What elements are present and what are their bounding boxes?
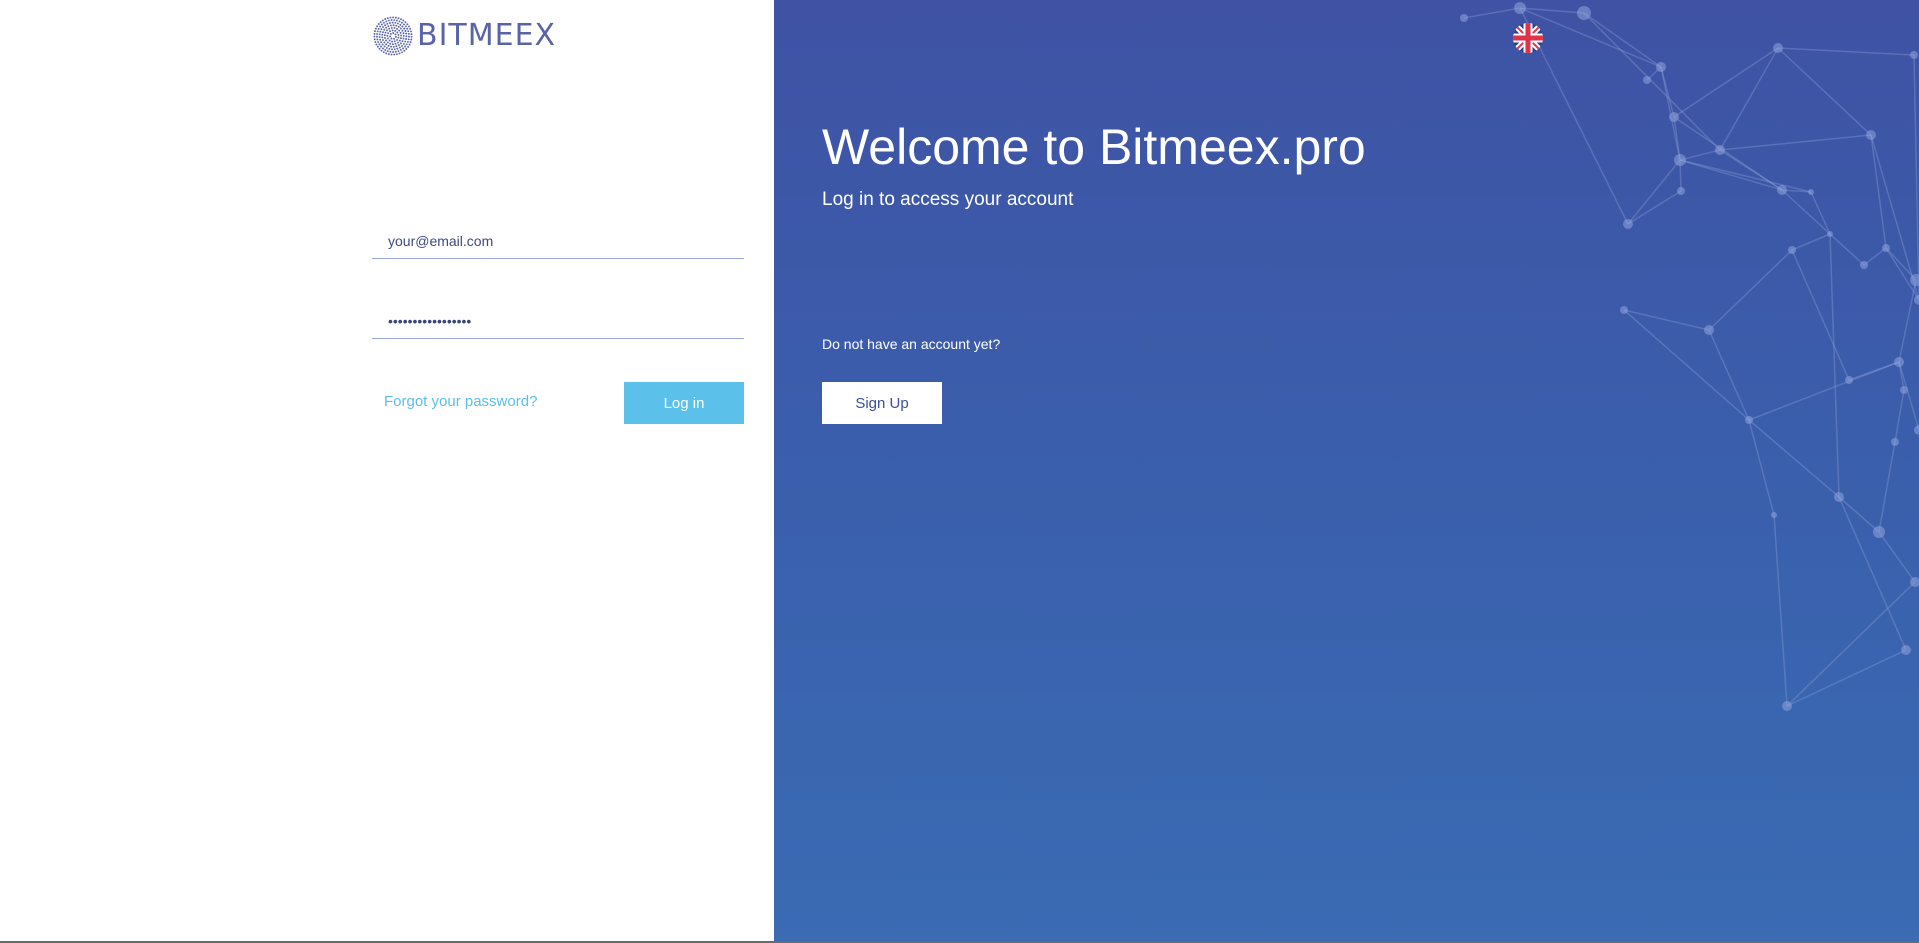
network-node <box>1677 187 1685 195</box>
network-node <box>1894 357 1904 367</box>
network-line <box>1829 233 1865 266</box>
network-node <box>1834 492 1844 502</box>
network-line <box>1708 329 1750 421</box>
network-line <box>1627 190 1682 225</box>
network-node <box>1777 185 1787 195</box>
network-line <box>1791 233 1831 251</box>
network-node <box>1860 261 1868 269</box>
network-line <box>1777 47 1872 136</box>
login-panel: BITMEEX Forgot your password? Log in <box>0 0 774 943</box>
password-field[interactable] <box>372 303 744 339</box>
network-node <box>1771 512 1777 518</box>
network-node <box>1914 425 1919 435</box>
network-line <box>1791 249 1850 381</box>
network-line <box>1838 496 1880 533</box>
network-line <box>1583 12 1721 151</box>
network-node <box>1782 701 1792 711</box>
network-node <box>1460 14 1468 22</box>
network-node <box>1669 112 1679 122</box>
network-line <box>1848 361 1900 381</box>
network-node <box>1656 62 1666 72</box>
network-node <box>1623 219 1633 229</box>
globe-dots-icon <box>373 16 413 56</box>
network-line <box>1777 47 1915 56</box>
network-node <box>1900 386 1908 394</box>
network-line <box>1810 191 1831 235</box>
network-line <box>1863 247 1887 266</box>
network-line <box>1673 116 1783 191</box>
network-line <box>1748 419 1775 516</box>
email-field[interactable] <box>372 223 744 259</box>
network-node <box>1773 43 1783 53</box>
network-line <box>1870 134 1919 301</box>
network-node <box>1704 325 1714 335</box>
network-node <box>1910 51 1918 59</box>
network-node <box>1715 145 1725 155</box>
no-account-text: Do not have an account yet? <box>822 336 1001 352</box>
network-line <box>1894 389 1905 443</box>
network-line <box>1673 47 1779 118</box>
login-button[interactable]: Log in <box>624 382 744 424</box>
network-line <box>1878 441 1896 533</box>
login-page: BITMEEX Forgot your password? Log in Wel… <box>0 0 1919 943</box>
network-node <box>1674 154 1686 166</box>
network-line <box>1463 7 1521 19</box>
network-node <box>1827 231 1833 237</box>
network-node <box>1914 295 1919 305</box>
network-line <box>1838 496 1907 651</box>
network-line <box>1679 149 1721 161</box>
network-line <box>1786 581 1916 707</box>
network-line <box>1786 649 1907 707</box>
network-node <box>1643 76 1651 84</box>
network-node <box>1620 306 1628 314</box>
network-line <box>1829 233 1840 498</box>
network-line <box>1623 309 1750 421</box>
uk-flag-icon[interactable] <box>1513 23 1543 53</box>
network-line <box>1719 134 1872 151</box>
logo-text: BITMEEX <box>417 18 557 53</box>
welcome-title: Welcome to Bitmeex.pro <box>822 119 1366 175</box>
network-node <box>1873 526 1885 538</box>
network-node <box>1788 246 1796 254</box>
network-line <box>1781 189 1831 235</box>
network-line <box>1773 514 1788 707</box>
signup-button[interactable]: Sign Up <box>822 382 942 424</box>
network-line <box>1913 54 1919 301</box>
welcome-subtitle: Log in to access your account <box>822 189 1074 210</box>
network-node <box>1577 6 1591 20</box>
forgot-password-link[interactable]: Forgot your password? <box>384 393 537 410</box>
network-line <box>1898 361 1919 431</box>
network-node <box>1514 2 1526 14</box>
network-line <box>1878 531 1916 583</box>
welcome-panel: Welcome to Bitmeex.pro Log in to access … <box>774 0 1919 943</box>
network-node <box>1891 438 1899 446</box>
network-line <box>1627 159 1681 225</box>
network-node <box>1901 645 1911 655</box>
network-node <box>1808 189 1814 195</box>
network-line <box>1623 309 1710 331</box>
network-node <box>1745 416 1753 424</box>
network-line <box>1870 134 1887 249</box>
network-node <box>1866 130 1876 140</box>
network-node <box>1882 244 1890 252</box>
network-line <box>1719 47 1779 151</box>
network-node <box>1845 376 1853 384</box>
network-line <box>1885 247 1919 301</box>
brand-logo[interactable]: BITMEEX <box>372 14 556 58</box>
network-line <box>1748 419 1840 498</box>
network-line <box>1708 249 1793 331</box>
